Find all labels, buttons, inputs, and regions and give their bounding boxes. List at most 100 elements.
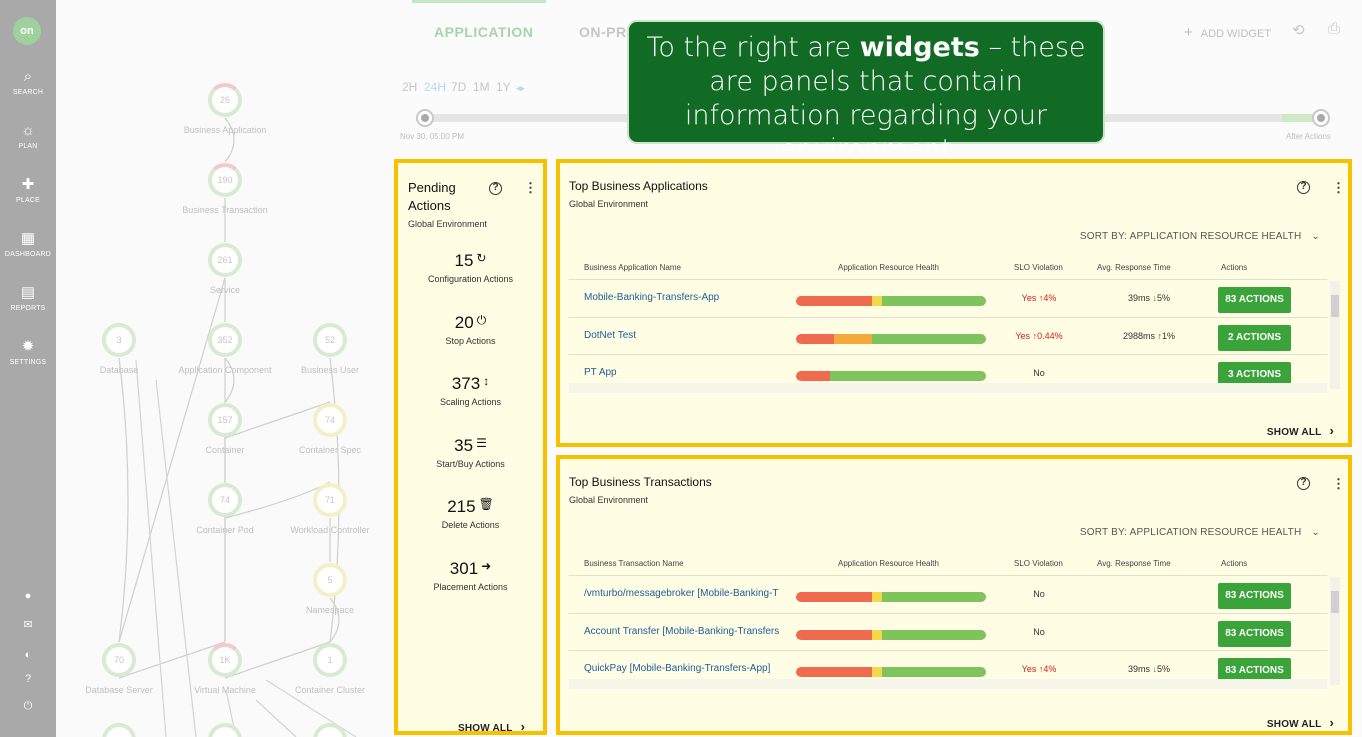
column-header[interactable]: SLO Violation xyxy=(1014,263,1063,272)
help-icon[interactable]: ? xyxy=(1297,181,1310,194)
resource-health-bar xyxy=(796,592,986,602)
range-1y[interactable]: 1Y xyxy=(496,80,511,94)
action-count: 20 xyxy=(454,312,474,332)
active-tab-indicator xyxy=(412,0,546,3)
sort-by-dropdown[interactable]: SORT BY: APPLICATION RESOURCE HEALTH ⌄ xyxy=(1080,527,1320,538)
topology-node-service[interactable]: 261 xyxy=(208,243,242,277)
horizontal-scrollbar[interactable] xyxy=(569,383,1327,393)
row-name-link[interactable]: DotNet Test xyxy=(584,330,784,341)
topology-node-workload-controller[interactable]: 71 xyxy=(313,483,347,517)
topology-node-business-application[interactable]: 26 xyxy=(208,83,242,117)
pending-action-item[interactable]: 301 ➜ Placement Actions xyxy=(398,559,543,592)
pending-action-item[interactable]: 20 ⏻ Stop Actions xyxy=(398,313,543,346)
scrollbar-thumb[interactable] xyxy=(1331,295,1339,317)
circle-icon[interactable]: ◐ xyxy=(0,649,56,661)
column-header[interactable]: Business Transaction Name xyxy=(584,559,684,568)
column-header[interactable]: Application Resource Health xyxy=(838,559,939,568)
timeline-start-handle[interactable] xyxy=(416,109,434,127)
pending-show-all-button[interactable]: SHOW ALL › xyxy=(458,719,525,734)
logo[interactable]: on xyxy=(13,17,41,45)
column-header[interactable]: Avg. Response Time xyxy=(1097,263,1171,272)
topology-edge xyxy=(118,357,129,643)
mail-icon[interactable]: ✉ xyxy=(0,618,56,631)
more-menu-icon[interactable]: ⋮ xyxy=(1332,181,1345,194)
row-name-link[interactable]: Account Transfer [Mobile-Banking-Transfe… xyxy=(584,626,784,637)
show-all-button[interactable]: SHOW ALL › xyxy=(1267,715,1334,730)
pending-actions-title: Pending Actions xyxy=(408,180,456,213)
power-icon[interactable]: ⏻ xyxy=(0,700,56,713)
column-header[interactable]: Actions xyxy=(1221,559,1247,568)
range-2h[interactable]: 2H xyxy=(402,80,417,94)
help-icon[interactable]: ? xyxy=(489,182,502,195)
sidebar-item-dashboard[interactable]: ▦ DASHBOARD xyxy=(0,230,56,258)
range-24h[interactable]: 24H xyxy=(424,80,446,94)
more-menu-icon[interactable]: ⋮ xyxy=(1332,477,1345,490)
range-7d[interactable]: 7D xyxy=(451,80,466,94)
scrollbar-thumb[interactable] xyxy=(1331,591,1339,613)
range-1m[interactable]: 1M xyxy=(473,80,490,94)
row-name-link[interactable]: QuickPay [Mobile-Banking-Transfers-App] xyxy=(584,663,784,674)
topology-node-container-cluster[interactable]: 1 xyxy=(313,643,347,677)
topology-node-container-pod[interactable]: 74 xyxy=(208,483,242,517)
more-menu-icon[interactable]: ⋮ xyxy=(524,181,537,194)
sidebar-item-label: REPORTS xyxy=(10,305,46,312)
action-count: 301 xyxy=(449,558,479,578)
sort-by-dropdown[interactable]: SORT BY: APPLICATION RESOURCE HEALTH ⌄ xyxy=(1080,231,1320,242)
topology-node-database-server[interactable]: 70 xyxy=(102,643,136,677)
help-icon[interactable]: ? xyxy=(1297,477,1310,490)
actions-button[interactable]: 83 ACTIONS xyxy=(1218,620,1291,647)
table-header: Business Application Name Application Res… xyxy=(584,263,1324,277)
health-segment xyxy=(872,629,882,640)
topology-node-namespace[interactable]: 5 xyxy=(313,563,347,597)
actions-button[interactable]: 83 ACTIONS xyxy=(1218,287,1291,313)
vertical-scrollbar[interactable] xyxy=(1330,281,1340,389)
timeline-end-handle[interactable] xyxy=(1312,109,1330,127)
row-name-link[interactable]: PT App xyxy=(584,367,784,378)
history-icon[interactable]: ⟲ xyxy=(1292,21,1305,39)
column-header[interactable]: Business Application Name xyxy=(584,263,681,272)
pending-action-item[interactable]: 215 🗑 Delete Actions xyxy=(398,497,543,530)
topology-node-database[interactable]: 3 xyxy=(102,323,136,357)
topology-node-virtual-machine[interactable]: 1K xyxy=(208,643,242,677)
column-header[interactable]: Avg. Response Time xyxy=(1097,559,1171,568)
actions-button[interactable]: 2 ACTIONS xyxy=(1218,324,1291,351)
pending-action-item[interactable]: 35 ☰ Start/Buy Actions xyxy=(398,436,543,469)
add-widget-button[interactable]: + ADD WIDGET xyxy=(1184,24,1271,41)
slo-value: No xyxy=(1033,626,1045,637)
topology-node-application-component[interactable]: 352 xyxy=(208,323,242,357)
horizontal-scrollbar[interactable] xyxy=(569,679,1327,689)
action-count-wrap: 215 🗑 xyxy=(398,497,543,517)
info-icon[interactable]: ● xyxy=(0,590,56,602)
sidebar-item-settings[interactable]: ✹ SETTINGS xyxy=(0,338,56,366)
column-header[interactable]: SLO Violation xyxy=(1014,559,1063,568)
tab-application[interactable]: APPLICATION xyxy=(434,24,533,40)
column-header[interactable]: Application Resource Health xyxy=(838,263,939,272)
topology-node-business-transaction[interactable]: 190 xyxy=(208,163,242,197)
avg-response-time: 2988ms ↑1% xyxy=(1099,331,1199,341)
table-header: Business Transaction Name Application Res… xyxy=(584,559,1324,573)
show-all-button[interactable]: SHOW ALL › xyxy=(1267,423,1334,438)
print-icon[interactable]: ⎙ xyxy=(1328,20,1340,37)
pending-action-item[interactable]: 15 ↻ Configuration Actions xyxy=(398,251,543,284)
vertical-scrollbar[interactable] xyxy=(1330,577,1340,685)
row-name-link[interactable]: /vmturbo/messagebroker [Mobile-Banking-T xyxy=(584,588,784,599)
topology-node-label: Business User xyxy=(300,365,360,375)
topology-node-container-spec[interactable]: 74 xyxy=(313,403,347,437)
topology-node-label: Container Spec xyxy=(298,445,362,455)
actions-button[interactable]: 83 ACTIONS xyxy=(1218,583,1291,609)
pending-action-item[interactable]: 373 ↕ Scaling Actions xyxy=(398,374,543,407)
column-header[interactable]: Actions xyxy=(1221,263,1247,272)
topology-node-business-user[interactable]: 52 xyxy=(313,323,347,357)
sidebar-item-search[interactable]: ⌕ SEARCH xyxy=(0,68,56,96)
topology-node-container[interactable]: 157 xyxy=(208,403,242,437)
arrow-down-icon: ↓ xyxy=(1149,664,1157,674)
resource-health-bar xyxy=(796,667,986,677)
sidebar-item-reports[interactable]: ▤ REPORTS xyxy=(0,284,56,312)
help-icon[interactable]: ? xyxy=(0,673,56,685)
row-name-link[interactable]: Mobile-Banking-Transfers-App xyxy=(584,292,784,303)
action-count: 15 xyxy=(454,251,474,270)
sidebar-item-place[interactable]: ✚ PLACE xyxy=(0,176,56,204)
sidebar-item-plan[interactable]: ☼ PLAN xyxy=(0,122,56,150)
range-toggle-icon[interactable]: ◂▸ xyxy=(516,83,525,94)
topology-node-label: Business Application xyxy=(183,125,267,135)
